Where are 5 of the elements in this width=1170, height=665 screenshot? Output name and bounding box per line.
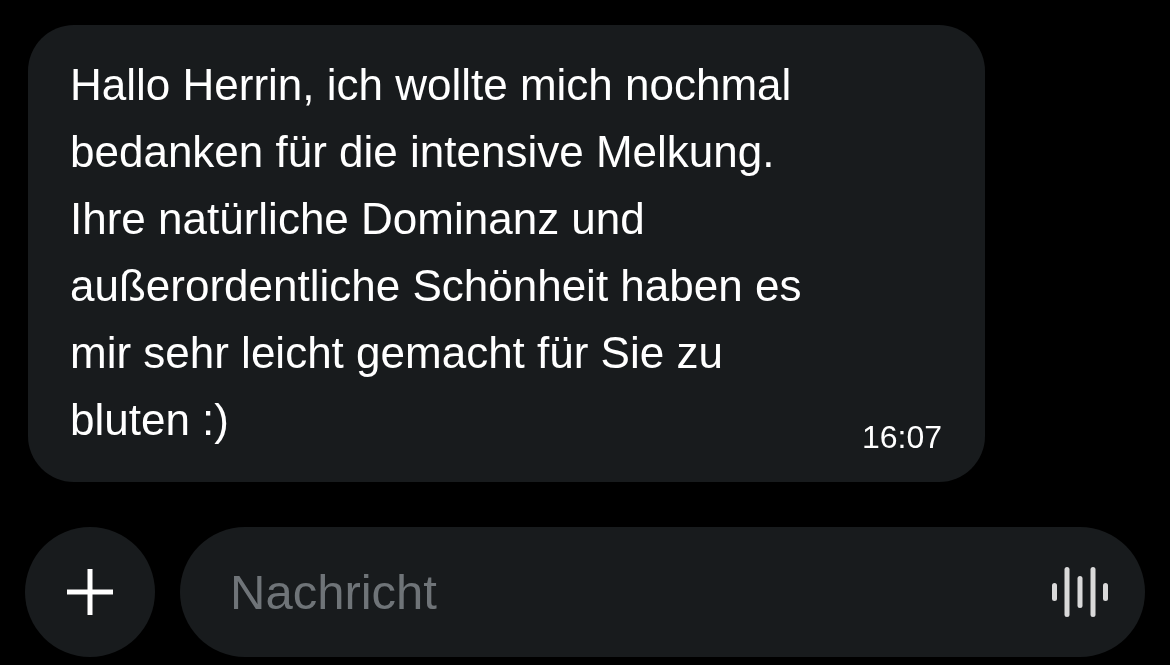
message-text: Hallo Herrin, ich wollte mich nochmal bedanken für die intensive Melkung. Ihre natürliche Dominanz und außerordentliche Schönheit haben es mir sehr leicht gemacht für Sie zu bluten :) [70,59,803,446]
waveform-icon[interactable] [1052,567,1108,617]
plus-icon [67,569,113,615]
message-input[interactable]: Nachricht [180,527,1145,657]
message-time: 16:07 [861,421,942,453]
